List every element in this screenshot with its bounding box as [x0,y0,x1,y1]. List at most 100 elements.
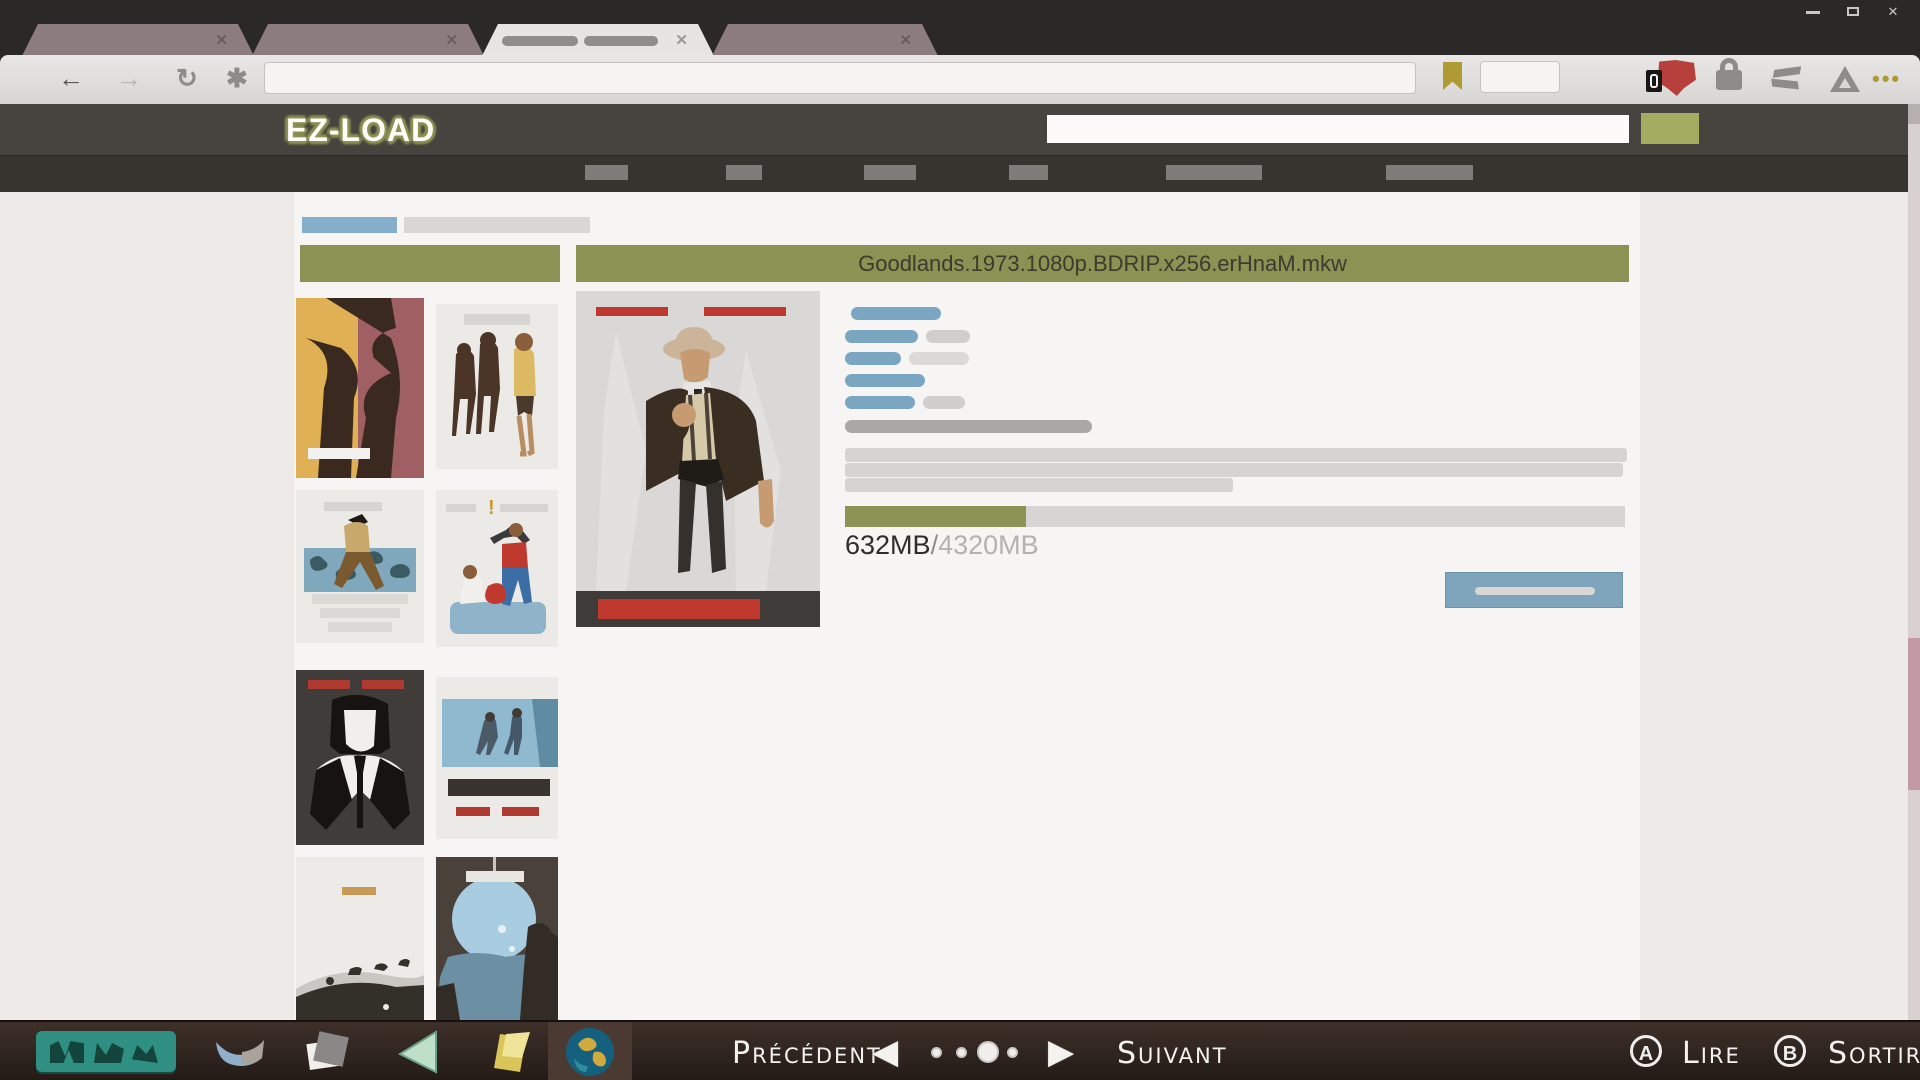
scrollbar-up[interactable] [1908,104,1920,124]
nav-item-placeholder[interactable] [585,165,628,180]
breadcrumb[interactable] [404,217,590,233]
description-line [845,448,1627,462]
page-dot-3-active[interactable] [977,1041,999,1063]
size-separator: / [931,530,939,560]
taskbar-app-mail-icon[interactable] [212,1032,268,1072]
page-dot-1[interactable] [931,1047,942,1058]
previous-arrow-button[interactable]: ◀ [872,1032,898,1072]
maximize-icon [1847,7,1859,16]
start-logo-mark [94,1043,124,1063]
size-downloaded: 632MB [845,530,931,560]
play-label[interactable]: Lire [1682,1036,1741,1071]
exit-label[interactable]: Sortir [1828,1036,1920,1071]
poster-art [296,490,424,643]
gamepad-a-button-icon: A [1630,1035,1662,1067]
url-bar[interactable] [264,62,1416,94]
download-progress-fill [845,506,1026,527]
download-filename-bar: Goodlands.1973.1080p.BDRIP.x256.erHnaM.m… [576,245,1629,282]
page-dot-4[interactable] [1007,1047,1018,1058]
taskbar-app-media-icon[interactable] [392,1030,444,1074]
detail-line [845,374,925,387]
poster-main-goodlands[interactable] [576,291,820,627]
close-button[interactable]: ✕ [1880,4,1906,19]
download-action-button[interactable] [1445,572,1623,608]
browser-tab-1[interactable]: ✕ [22,24,254,56]
content-column: Goodlands.1973.1080p.BDRIP.x256.erHnaM.m… [294,192,1640,1020]
taskbar: Précédent ◀ ▶ Suivant A Lire B Sortir [0,1020,1920,1080]
poster-thumb-road[interactable] [296,857,424,1020]
next-arrow-button[interactable]: ▶ [1048,1032,1074,1072]
detail-line [909,352,969,365]
detail-line [845,396,915,409]
taskbar-app-browser-icon[interactable] [564,1026,616,1078]
download-progress-bar [845,506,1625,527]
tab-close-icon[interactable]: ✕ [675,31,688,49]
breadcrumb-active[interactable] [302,217,397,233]
poster-art [296,670,424,845]
window-titlebar: ✕ [0,0,1920,22]
maximize-button[interactable] [1840,4,1866,19]
next-label: Suivant [1117,1036,1228,1071]
site-search-button[interactable] [1641,113,1699,144]
taskbar-app-notes-icon[interactable] [300,1028,360,1076]
poster-exclaim: ! [488,497,495,519]
detail-line-dark [845,420,1092,433]
tab-close-icon[interactable]: ✕ [899,31,912,49]
detail-line [926,330,970,343]
site-logo[interactable]: EZ-LOAD [286,112,435,149]
poster-thumb-fishbowl[interactable] [436,857,558,1020]
start-menu-button[interactable] [36,1031,176,1072]
poster-thumb-walkers[interactable] [436,304,558,469]
poster-thumb-woman[interactable] [296,670,424,845]
detail-line [845,330,918,343]
poster-art [436,857,558,1020]
poster-thumb-couple[interactable] [296,298,424,478]
detail-line [845,352,901,365]
close-icon: ✕ [1888,4,1899,19]
browser-tab-4[interactable]: ✕ [712,24,938,56]
tab-close-icon[interactable]: ✕ [445,31,458,49]
minimize-button[interactable] [1800,4,1826,19]
tab-title-placeholder [502,36,578,46]
start-logo-mark [50,1041,84,1063]
poster-thumb-standoff[interactable]: ! [436,490,558,647]
browser-menu-icon[interactable]: ••• [1872,66,1901,92]
browser-tab-2[interactable]: ✕ [252,24,484,56]
page-scrollbar-thumb[interactable] [1908,638,1920,790]
start-logo-mark [132,1045,158,1063]
browser-tab-strip: ✕ ✕ ✕ ✕ [0,20,1920,56]
forward-icon[interactable]: → [116,63,142,94]
detail-line [923,396,965,409]
page-dot-2[interactable] [956,1047,967,1058]
refresh-icon[interactable]: ↻ [176,63,198,94]
page-scrollbar-track[interactable] [1908,104,1920,1080]
taskbar-app-folder-icon[interactable] [486,1028,540,1076]
size-total: 4320MB [938,530,1039,560]
minimize-icon [1806,11,1820,14]
settings-icon[interactable]: ✱ [226,63,248,94]
poster-art: ! [436,490,558,647]
poster-art [296,298,424,478]
nav-item-placeholder[interactable] [1386,165,1473,180]
site-search-input[interactable] [1047,115,1629,143]
poster-thumb-swamp[interactable] [296,490,424,643]
poster-art [576,291,820,627]
browser-tab-active[interactable]: ✕ [482,24,714,56]
detail-line [851,307,941,320]
nav-item-placeholder[interactable] [1009,165,1048,180]
quick-search-field[interactable] [1480,61,1560,93]
poster-thumb-hallway[interactable] [436,677,558,839]
section-label-bar [300,245,560,282]
poster-art [436,304,558,469]
nav-item-placeholder[interactable] [1166,165,1262,180]
nav-item-placeholder[interactable] [864,165,916,180]
lock-icon[interactable] [1716,70,1742,90]
back-icon[interactable]: ← [58,63,84,94]
poster-art [296,857,424,1020]
site-nav-bar [0,155,1920,192]
poster-art [436,677,558,839]
page-body: Goodlands.1973.1080p.BDRIP.x256.erHnaM.m… [0,192,1920,1020]
tab-close-icon[interactable]: ✕ [215,31,228,49]
description-line [845,478,1233,492]
nav-item-placeholder[interactable] [726,165,762,180]
